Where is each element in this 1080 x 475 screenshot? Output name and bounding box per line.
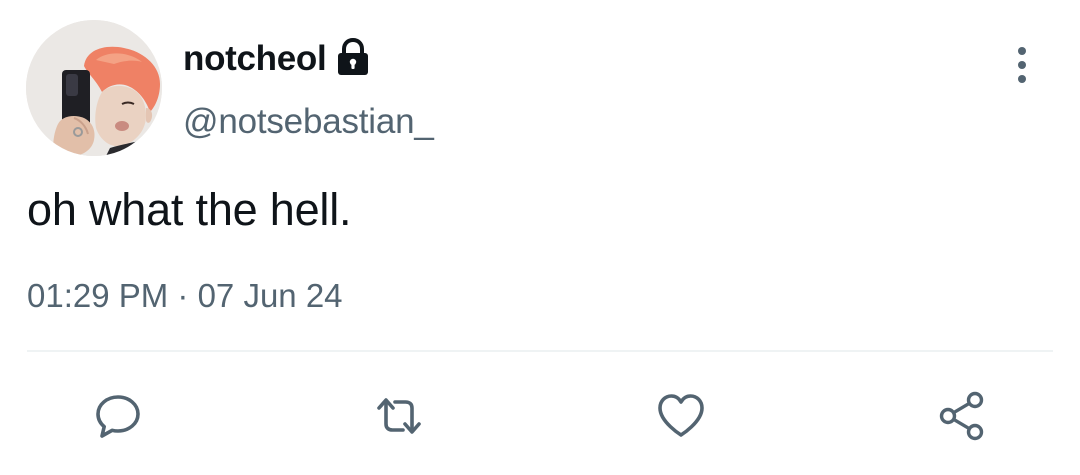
tweet-card: notcheol @notsebastian_ oh what the hell… xyxy=(0,0,1080,475)
tweet-timestamp[interactable]: 01:29 PM · 07 Jun 24 xyxy=(27,274,343,318)
user-handle[interactable]: @notsebastian_ xyxy=(183,99,434,145)
divider xyxy=(27,350,1053,352)
tweet-date: 07 Jun 24 xyxy=(197,277,343,314)
like-button[interactable] xyxy=(653,388,709,444)
lock-icon xyxy=(335,37,371,77)
share-icon xyxy=(939,391,984,441)
comment-icon xyxy=(96,395,140,438)
display-name-row[interactable]: notcheol xyxy=(183,36,371,82)
more-vertical-icon[interactable] xyxy=(1002,42,1042,88)
tweet-text: oh what the hell. xyxy=(27,184,352,235)
share-button[interactable] xyxy=(934,388,990,444)
heart-icon xyxy=(658,394,704,437)
reply-button[interactable] xyxy=(90,388,146,444)
display-name[interactable]: notcheol xyxy=(183,36,327,82)
avatar-photo xyxy=(26,20,162,156)
retweet-icon xyxy=(377,398,421,434)
meta-separator: · xyxy=(168,277,198,314)
avatar[interactable] xyxy=(26,20,162,156)
tweet-time: 01:29 PM xyxy=(27,277,169,314)
retweet-button[interactable] xyxy=(371,388,427,444)
